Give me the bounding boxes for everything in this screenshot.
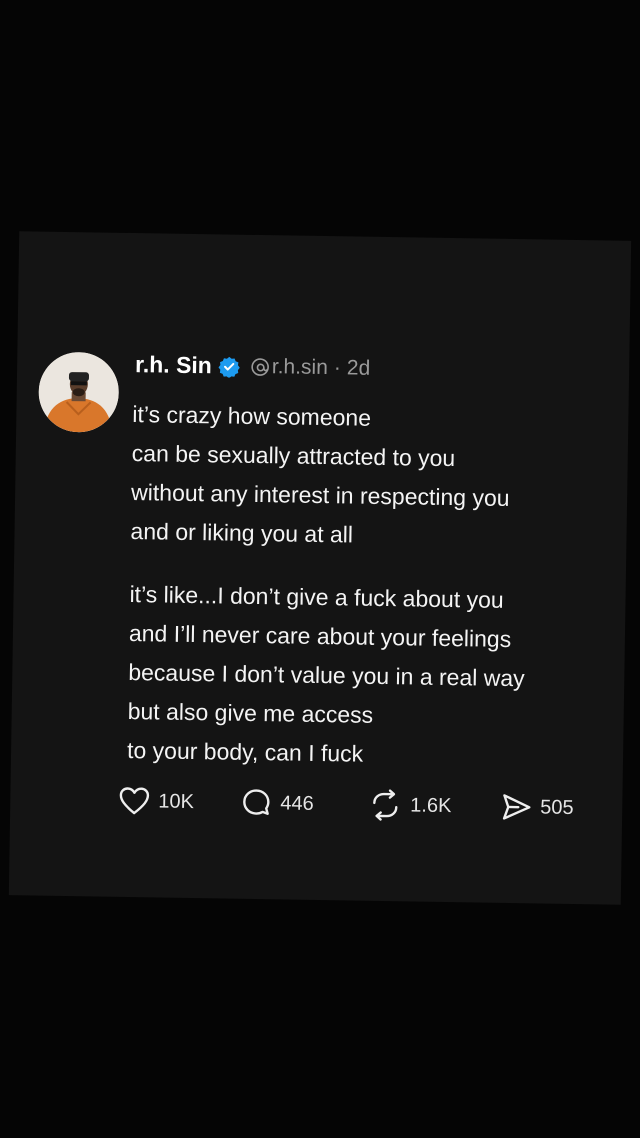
repost-count: 1.6K (410, 793, 452, 817)
share-button[interactable]: 505 (500, 791, 574, 824)
post-paragraph: it’s crazy how someone can be sexually a… (130, 395, 612, 559)
threads-icon (250, 356, 270, 376)
screenshot: r.h. Sin r.h.sin · 2d it’s crazy how som… (0, 0, 640, 1138)
reply-count: 446 (280, 791, 314, 815)
like-count: 10K (158, 789, 195, 813)
post-card: r.h. Sin r.h.sin · 2d it’s crazy how som… (8, 231, 632, 905)
post-time[interactable]: 2d (347, 356, 371, 380)
author-name[interactable]: r.h. Sin (135, 351, 212, 379)
post-actions: 10K 446 1.6K 505 (118, 781, 599, 829)
share-count: 505 (540, 795, 574, 819)
verified-badge-icon (218, 355, 240, 378)
post-text-line: to your body, can I fuck (126, 736, 364, 767)
author-handle[interactable]: r.h.sin (272, 355, 328, 380)
share-icon (500, 791, 532, 823)
heart-icon (118, 786, 150, 816)
meta-separator: · (333, 355, 342, 379)
avatar[interactable] (38, 351, 120, 433)
repost-button[interactable]: 1.6K (368, 788, 501, 824)
post: r.h. Sin r.h.sin · 2d it’s crazy how som… (9, 231, 631, 905)
comment-icon (240, 787, 272, 819)
post-paragraph: it’s like...I don’t give a fuck about yo… (127, 575, 610, 778)
post-body: it’s crazy how someone can be sexually a… (126, 395, 612, 801)
post-text-line: and or liking you at all (130, 518, 354, 548)
post-header: r.h. Sin r.h.sin · 2d (135, 351, 370, 382)
avatar-image (38, 351, 120, 433)
like-button[interactable]: 10K (118, 786, 240, 818)
repost-icon (368, 788, 403, 823)
reply-button[interactable]: 446 (240, 787, 368, 821)
